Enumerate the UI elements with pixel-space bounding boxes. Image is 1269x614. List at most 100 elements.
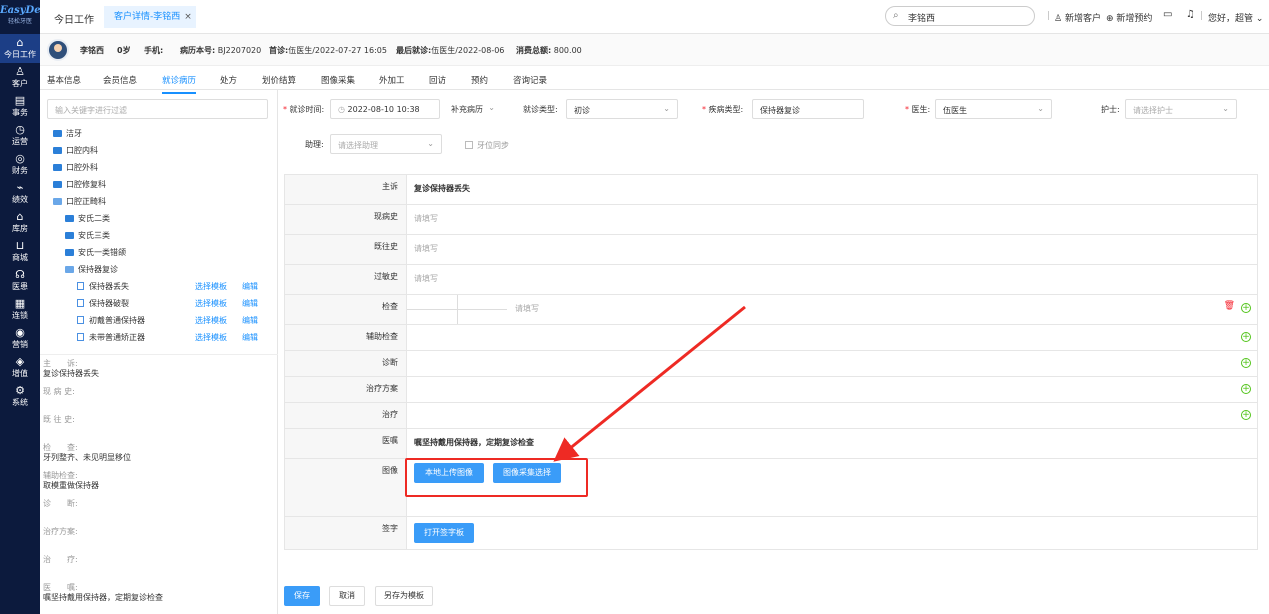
template-item[interactable]: 初戴普通保持器 选择模板 编辑 bbox=[40, 312, 278, 329]
row-label: 现病史 bbox=[285, 205, 407, 234]
sidebar-item-finance[interactable]: ◎ 财务 bbox=[0, 150, 40, 179]
tab-follow-up[interactable]: 回访 bbox=[429, 74, 446, 86]
folder-open-icon bbox=[53, 198, 62, 205]
patient-name: 李铭西 bbox=[80, 46, 104, 55]
allergy-history-input[interactable]: 请填写 bbox=[414, 273, 438, 284]
sidebar-item-warehouse[interactable]: ⌂ 库房 bbox=[0, 208, 40, 237]
edit-template-link[interactable]: 编辑 bbox=[242, 278, 258, 295]
tree-folder[interactable]: 保持器复诊 bbox=[40, 261, 278, 278]
new-customer-button[interactable]: ♙ 新增客户 bbox=[1054, 11, 1101, 24]
tree-folder[interactable]: 口腔外科 bbox=[40, 159, 278, 176]
document-icon bbox=[77, 282, 84, 290]
tab-outsourcing[interactable]: 外加工 bbox=[379, 74, 405, 86]
search-input[interactable]: ⌕ 李铭西 bbox=[885, 6, 1035, 26]
edit-template-link[interactable]: 编辑 bbox=[242, 329, 258, 346]
tree-folder[interactable]: 口腔内科 bbox=[40, 142, 278, 159]
tab-consult-record[interactable]: 咨询记录 bbox=[513, 74, 547, 86]
doctor-select[interactable]: 伍医生 ⌄ bbox=[935, 99, 1052, 119]
past-history-input[interactable]: 请填写 bbox=[414, 243, 438, 254]
add-icon[interactable]: + bbox=[1241, 332, 1251, 342]
examination-input[interactable]: 请填写 bbox=[515, 303, 539, 314]
clock-icon: ◷ bbox=[338, 105, 348, 114]
tooth-sync-checkbox[interactable]: 牙位同步 bbox=[465, 140, 509, 151]
add-icon[interactable]: + bbox=[1241, 384, 1251, 394]
select-template-link[interactable]: 选择模板 bbox=[195, 329, 227, 346]
chart-icon: ⌁ bbox=[16, 181, 24, 194]
visit-type-select[interactable]: 初诊 ⌄ bbox=[566, 99, 678, 119]
sidebar-item-marketing[interactable]: ◉ 营销 bbox=[0, 324, 40, 353]
supplement-record-select[interactable]: 补充病历 ⌄ bbox=[444, 99, 502, 119]
sidebar-item-value-added[interactable]: ◈ 增值 bbox=[0, 353, 40, 382]
disease-type-input[interactable]: 保持器复诊 bbox=[752, 99, 864, 119]
sidebar-item-system[interactable]: ⚙ 系统 bbox=[0, 382, 40, 411]
sidebar-item-customer[interactable]: ♙ 客户 bbox=[0, 63, 40, 92]
bell-icon[interactable]: ♫ bbox=[1186, 9, 1195, 20]
chief-complaint-value[interactable]: 复诊保持器丢失 bbox=[414, 183, 470, 194]
tab-today[interactable]: 今日工作 bbox=[54, 11, 94, 26]
cart-icon: ⊔ bbox=[15, 239, 25, 252]
assistant-select[interactable]: 请选择助理 ⌄ bbox=[330, 134, 442, 154]
add-icon[interactable]: + bbox=[1241, 358, 1251, 368]
tree-folder[interactable]: 洁牙 bbox=[40, 125, 278, 142]
cancel-button[interactable]: 取消 bbox=[329, 586, 365, 606]
nurse-select[interactable]: 请选择护士 ⌄ bbox=[1125, 99, 1237, 119]
sidebar-item-doctor-patient[interactable]: ☊ 医患 bbox=[0, 266, 40, 295]
template-item[interactable]: 保持器丢失 选择模板 编辑 bbox=[40, 278, 278, 295]
search-icon: ⌕ bbox=[893, 10, 899, 21]
close-icon[interactable]: × bbox=[184, 12, 192, 22]
edit-template-link[interactable]: 编辑 bbox=[242, 295, 258, 312]
visit-time-input[interactable]: ◷ 2022-08-10 10:38 bbox=[330, 99, 440, 119]
add-icon[interactable]: + bbox=[1241, 303, 1251, 313]
gear-icon: ⚙ bbox=[15, 384, 25, 397]
record-form: * 就诊时间: ◷ 2022-08-10 10:38 补充病历 ⌄ 就诊类型: 初… bbox=[278, 90, 1269, 614]
tab-basic-info[interactable]: 基本信息 bbox=[47, 74, 81, 86]
tree-folder[interactable]: 安氏二类 bbox=[40, 210, 278, 227]
template-item[interactable]: 保持器破裂 选择模板 编辑 bbox=[40, 295, 278, 312]
delete-icon[interactable]: 🗑 bbox=[1224, 301, 1235, 311]
tab-image-capture[interactable]: 图像采集 bbox=[321, 74, 355, 86]
user-menu[interactable]: 您好，超管 ⌄ bbox=[1208, 11, 1263, 24]
upload-local-image-button[interactable]: 本地上传图像 bbox=[414, 463, 484, 483]
present-history-input[interactable]: 请填写 bbox=[414, 213, 438, 224]
medical-advice-value[interactable]: 嘱坚持戴用保持器，定期复诊检查 bbox=[414, 437, 534, 448]
sidebar-item-operation[interactable]: ◷ 运营 bbox=[0, 121, 40, 150]
user-icon: ♙ bbox=[15, 65, 25, 78]
sidebar-item-performance[interactable]: ⌁ 绩效 bbox=[0, 179, 40, 208]
new-appointment-button[interactable]: ⊕ 新增预约 bbox=[1106, 11, 1152, 24]
preview-label: 治疗方案: bbox=[43, 527, 78, 536]
select-captured-image-button[interactable]: 图像采集选择 bbox=[493, 463, 561, 483]
select-template-link[interactable]: 选择模板 bbox=[195, 295, 227, 312]
tab-appointment[interactable]: 预约 bbox=[471, 74, 488, 86]
tab-member-info[interactable]: 会员信息 bbox=[103, 74, 137, 86]
divider: | bbox=[1047, 11, 1051, 21]
template-item[interactable]: 未带普通矫正器 选择模板 编辑 bbox=[40, 329, 278, 346]
plus-circle-icon: ⊕ bbox=[1106, 14, 1117, 24]
user-add-icon: ♙ bbox=[1054, 14, 1065, 24]
select-template-link[interactable]: 选择模板 bbox=[195, 312, 227, 329]
tree-folder[interactable]: 口腔正畸科 bbox=[40, 193, 278, 210]
tab-billing[interactable]: 划价结算 bbox=[262, 74, 296, 86]
logo-text: EasyDent bbox=[0, 5, 40, 16]
tree-folder[interactable]: 口腔修复科 bbox=[40, 176, 278, 193]
tree-folder[interactable]: 安氏三类 bbox=[40, 227, 278, 244]
sidebar-item-mall[interactable]: ⊔ 商城 bbox=[0, 237, 40, 266]
tooth-position-grid[interactable] bbox=[407, 295, 507, 324]
tab-prescription[interactable]: 处方 bbox=[220, 74, 237, 86]
sidebar-item-affairs[interactable]: ▤ 事务 bbox=[0, 92, 40, 121]
row-allergy-history: 过敏史 请填写 bbox=[285, 265, 1257, 295]
tab-customer-detail[interactable]: 客户详情-李铭西 × bbox=[104, 6, 196, 28]
save-as-template-button[interactable]: 另存为模板 bbox=[375, 586, 433, 606]
warehouse-icon: ⌂ bbox=[16, 210, 24, 223]
message-icon[interactable]: ▭ bbox=[1163, 9, 1172, 20]
edit-template-link[interactable]: 编辑 bbox=[242, 312, 258, 329]
add-icon[interactable]: + bbox=[1241, 410, 1251, 420]
select-template-link[interactable]: 选择模板 bbox=[195, 278, 227, 295]
tree-folder[interactable]: 安氏一类错颌 bbox=[40, 244, 278, 261]
open-signature-pad-button[interactable]: 打开签字板 bbox=[414, 523, 474, 543]
filter-input[interactable]: 输入关键字进行过滤 bbox=[47, 99, 268, 119]
sidebar-item-chain[interactable]: ▦ 连锁 bbox=[0, 295, 40, 324]
save-button[interactable]: 保存 bbox=[284, 586, 320, 606]
template-panel: 输入关键字进行过滤 洁牙 口腔内科 口腔外科 口腔修复科 口腔正畸科 安氏二类 … bbox=[40, 90, 278, 614]
sidebar-item-today[interactable]: ⌂ 今日工作 bbox=[0, 34, 40, 63]
visit-time-label: * 就诊时间: bbox=[283, 105, 325, 114]
